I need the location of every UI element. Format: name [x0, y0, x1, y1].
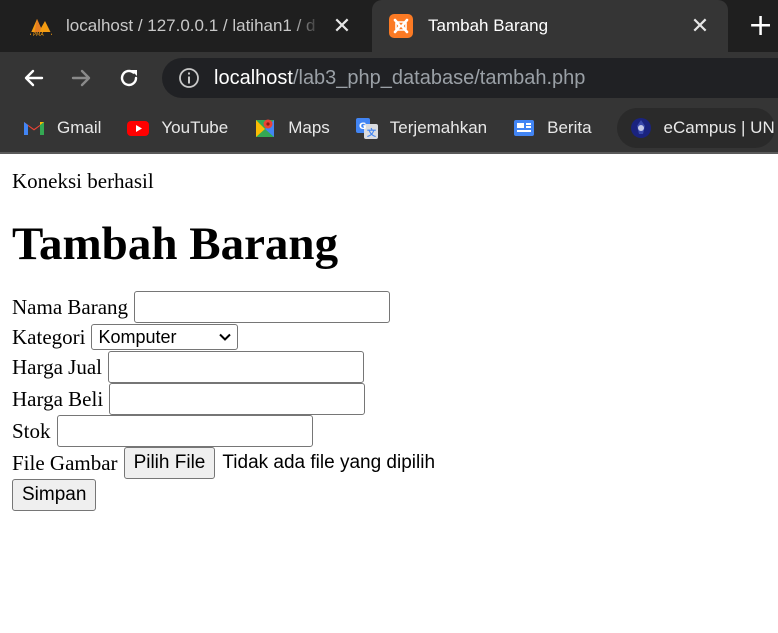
- tab-close-icon[interactable]: ✕: [328, 12, 356, 40]
- tab-title: localhost / 127.0.0.1 / latihan1 / d: [66, 16, 316, 35]
- bookmark-label: Maps: [288, 118, 330, 137]
- translate-icon: G 文: [355, 118, 378, 139]
- arrow-left-icon: [24, 69, 44, 87]
- svg-text:文: 文: [366, 127, 377, 139]
- info-icon[interactable]: [178, 67, 200, 89]
- add-item-form: Nama Barang Kategori Komputer Harga Jual…: [12, 291, 766, 511]
- phpmyadmin-icon: PMA: [30, 19, 52, 38]
- stok-label: Stok: [12, 419, 51, 443]
- arrow-right-icon: [71, 69, 91, 87]
- xampp-icon: [389, 14, 413, 38]
- bookmark-label: Gmail: [57, 118, 102, 137]
- stok-input[interactable]: [56, 415, 313, 447]
- bookmark-label: eCampus | UN: [663, 118, 775, 137]
- youtube-icon: [127, 121, 150, 136]
- harga-beli-label: Harga Beli: [12, 387, 104, 411]
- bookmark-berita[interactable]: Berita: [512, 116, 592, 140]
- browser-toolbar: localhost/lab3_php_database/tambah.php: [0, 52, 778, 104]
- tab-tambah-barang[interactable]: Tambah Barang ✕: [372, 0, 728, 52]
- chevron-down-icon: [219, 333, 232, 341]
- reload-icon: [120, 69, 138, 87]
- bookmark-maps[interactable]: Maps: [253, 116, 330, 140]
- bookmark-label: Terjemahkan: [389, 118, 488, 137]
- nama-label: Nama Barang: [12, 295, 129, 319]
- harga-jual-input[interactable]: [108, 351, 364, 383]
- stok-row: Stok: [12, 415, 766, 447]
- save-button[interactable]: Simpan: [12, 479, 97, 511]
- forward-button[interactable]: [67, 64, 95, 92]
- file-status: Tidak ada file yang dipilih: [222, 452, 436, 473]
- kategori-label: Kategori: [12, 325, 86, 349]
- svg-text:PMA: PMA: [33, 32, 44, 38]
- harga-beli-input[interactable]: [109, 383, 366, 415]
- tab-phpmyadmin[interactable]: PMA localhost / 127.0.0.1 / latihan1 / d…: [0, 0, 370, 52]
- bookmark-terjemahkan[interactable]: G 文 Terjemahkan: [355, 116, 487, 140]
- gambar-row: File Gambar Pilih File Tidak ada file ya…: [12, 447, 766, 479]
- gmail-icon: [24, 122, 44, 135]
- url-host: localhost: [214, 66, 293, 89]
- bookmarks-bar: Gmail YouTube Maps G 文 Terjemahkan Berit…: [0, 104, 778, 154]
- choose-file-button[interactable]: Pilih File: [123, 447, 216, 479]
- tab-strip: PMA localhost / 127.0.0.1 / latihan1 / d…: [0, 0, 778, 52]
- new-tab-button[interactable]: +: [748, 11, 778, 41]
- nama-barang-input[interactable]: [134, 291, 391, 323]
- connection-status: Koneksi berhasil: [12, 169, 154, 193]
- reload-button[interactable]: [115, 64, 143, 92]
- kategori-row: Kategori Komputer: [12, 323, 766, 351]
- url-text: localhost/lab3_php_database/tambah.php: [214, 67, 585, 90]
- bookmark-youtube[interactable]: YouTube: [126, 116, 228, 140]
- harga-beli-row: Harga Beli: [12, 383, 766, 415]
- bookmark-ecampus[interactable]: eCampus | UN: [616, 108, 775, 148]
- nama-row: Nama Barang: [12, 291, 766, 323]
- maps-icon: [256, 119, 275, 137]
- bookmark-gmail[interactable]: Gmail: [22, 116, 101, 140]
- tab-close-icon[interactable]: ✕: [686, 12, 714, 40]
- page-title: Tambah Barang: [12, 218, 339, 270]
- kategori-select[interactable]: Komputer: [91, 324, 239, 350]
- address-bar[interactable]: localhost/lab3_php_database/tambah.php: [162, 58, 778, 98]
- bookmark-label: Berita: [547, 118, 592, 137]
- gambar-label: File Gambar: [12, 451, 118, 475]
- submit-row: Simpan: [12, 479, 766, 511]
- url-path: /lab3_php_database/tambah.php: [292, 66, 586, 89]
- page-content: Koneksi berhasil Tambah Barang Nama Bara…: [0, 154, 778, 511]
- bookmark-label: YouTube: [161, 118, 229, 137]
- harga-jual-label: Harga Jual: [12, 355, 102, 379]
- ecampus-icon: [630, 118, 651, 138]
- kategori-selected: Komputer: [98, 327, 177, 347]
- svg-text:G: G: [359, 122, 366, 132]
- back-button[interactable]: [20, 64, 48, 92]
- tab-title: Tambah Barang: [428, 16, 549, 35]
- harga-jual-row: Harga Jual: [12, 351, 766, 383]
- news-icon: [514, 120, 535, 136]
